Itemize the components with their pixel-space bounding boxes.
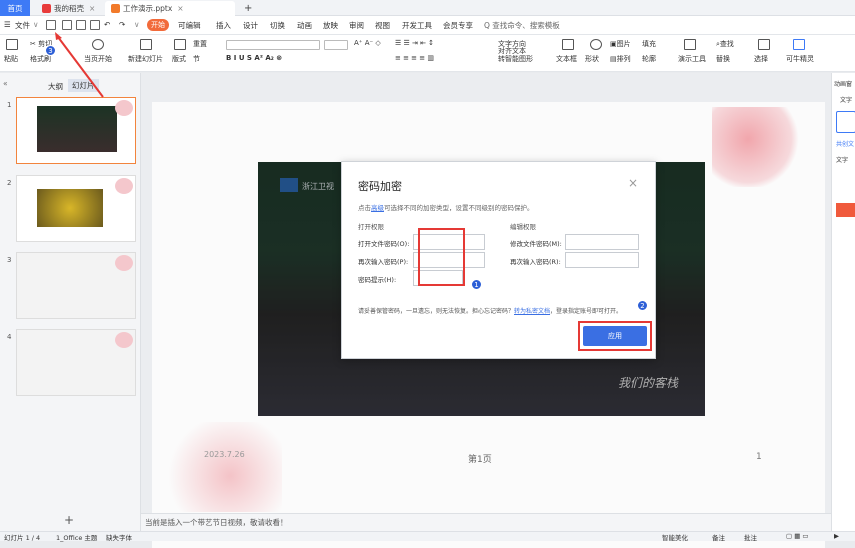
highlight-box [418,228,465,286]
arrow-head [55,32,62,40]
play-icon[interactable]: ▶ [834,532,839,540]
advanced-link[interactable]: 高级 [371,204,384,212]
desc-prefix: 点击 [358,204,371,212]
slide-date: 2023.7.26 [204,450,245,459]
right-task-pane: 动画窗 文字 共创文 文字 [831,73,855,531]
feedback-badge[interactable] [836,203,855,217]
slide-page-label: 第1页 [468,455,492,465]
pane-button[interactable] [836,111,855,133]
right-pane-text: 文字 [840,97,853,104]
step-badge-2: 2 [637,300,648,311]
notes-text: 当前是插入一个带艺节日视频，敬请收看！ [145,518,288,527]
dialog-description: 点击高级可选择不同的加密类型，设置不同级别的密码保护。 [358,202,534,212]
step-badge-3: 3 [45,45,56,56]
desc-suffix: 可选择不同的加密类型，设置不同级别的密码保护。 [384,204,534,212]
notice-text: 请妥善保管密码，一旦遗忘，则无法恢复。担心忘记密码？ [358,308,515,315]
open-password-confirm-label: 再次输入密码(P): [358,258,409,266]
dialog-title: 密码加密 [358,180,402,193]
open-password-label: 打开文件密码(O): [358,240,410,248]
view-buttons[interactable]: ▢ ▦ ▭ [786,532,809,540]
edit-permission-heading: 编辑权限 [510,223,536,231]
security-notice: 请妥善保管密码，一旦遗忘，则无法恢复。担心忘记密码？转为私密文档，登录指定账号即… [358,306,622,315]
animation-pane-label[interactable]: 动画窗 [834,79,852,88]
close-icon[interactable]: × [628,176,638,190]
right-pane-text2: 文字 [836,157,849,164]
notice-suffix: ，登录指定账号即可打开。 [550,308,623,315]
edit-password-field[interactable] [565,234,639,250]
flower-decoration [152,422,282,512]
edit-password-label: 修改文件密码(M): [510,240,562,248]
private-doc-link[interactable]: 转为私密文档 [514,308,550,315]
cocreate-label[interactable]: 共创文 [836,139,854,148]
edit-password-confirm-field[interactable] [565,252,639,268]
annotation-arrow [57,36,104,98]
slide-page-number: 1 [756,452,762,462]
edit-password-confirm-label: 再次输入密码(R): [510,258,561,266]
status-bar: 幻灯片 1 / 4 1_Office 主题 缺失字体 智能美化 备注 批注 ▢ … [0,531,855,542]
apply-button[interactable]: 应用 [583,326,647,346]
notes-pane[interactable]: 当前是插入一个带艺节日视频，敬请收看！ [141,513,831,531]
flower-decoration [712,107,802,187]
password-encrypt-dialog: 密码加密 × 点击高级可选择不同的加密类型，设置不同级别的密码保护。 打开权限 … [341,161,656,359]
password-hint-label: 密码提示(H): [358,276,397,284]
step-badge-1: 1 [471,279,482,290]
open-permission-heading: 打开权限 [358,223,384,231]
